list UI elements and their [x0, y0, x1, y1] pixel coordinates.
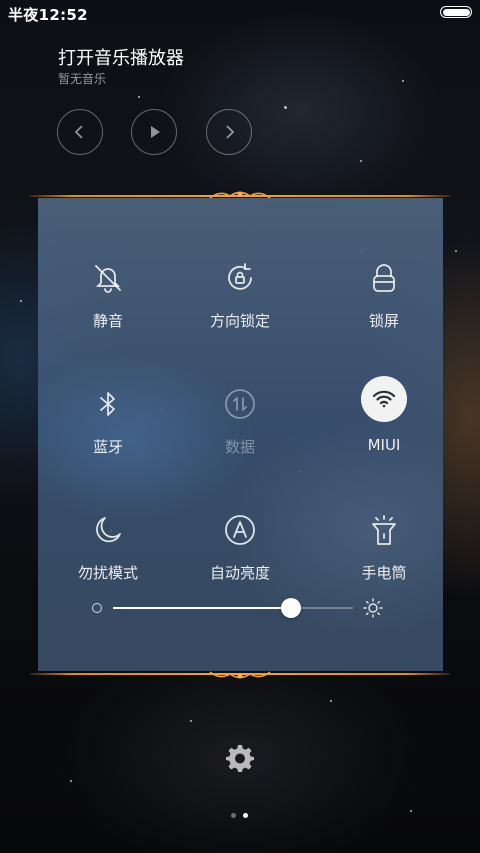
toggle-label: 静音: [92, 312, 123, 330]
toggle-label: 蓝牙: [92, 438, 123, 456]
toggle-rotation-lock[interactable]: 方向锁定: [180, 260, 300, 360]
toggle-label: 锁屏: [368, 312, 399, 330]
next-button[interactable]: [206, 109, 252, 155]
toggle-bluetooth[interactable]: 蓝牙: [48, 386, 168, 486]
brightness-slider-thumb[interactable]: [280, 598, 301, 618]
toggle-mobile-data[interactable]: 数据: [180, 386, 300, 486]
previous-button[interactable]: [57, 109, 103, 155]
toggle-label: 方向锁定: [209, 312, 270, 330]
toggle-wifi[interactable]: MIUI: [324, 376, 444, 486]
music-player-subtitle: 暂无音乐: [58, 72, 107, 86]
toggle-label: 勿扰模式: [77, 564, 138, 582]
toggle-lock-screen[interactable]: 锁屏: [324, 260, 444, 360]
page-indicator-dot: [231, 813, 236, 818]
toggle-label: 自动亮度: [209, 564, 270, 582]
bluetooth-icon: [90, 386, 126, 422]
status-bar-time: 半夜12:52: [8, 6, 88, 24]
page-indicator-dot: [243, 813, 248, 818]
next-icon: [226, 125, 235, 139]
toggle-do-not-disturb[interactable]: 勿扰模式: [48, 512, 168, 612]
toggle-silent[interactable]: 静音: [48, 260, 168, 360]
brightness-high-icon: [363, 598, 383, 618]
play-icon: [151, 126, 160, 138]
brightness-low-icon: [92, 603, 102, 613]
moon-icon: [90, 512, 126, 548]
play-button[interactable]: [131, 109, 177, 155]
toggle-label: 数据: [224, 438, 255, 456]
auto-brightness-icon: [222, 512, 258, 548]
battery-full-icon: [440, 6, 472, 18]
gear-icon[interactable]: [226, 744, 254, 772]
brightness-slider-fill: [113, 607, 291, 609]
mobile-data-icon: [222, 386, 258, 422]
brightness-slider[interactable]: [113, 598, 353, 618]
music-player-title[interactable]: 打开音乐播放器: [58, 44, 184, 70]
flashlight-icon: [366, 512, 402, 548]
previous-icon: [74, 125, 83, 139]
toggle-label: 手电筒: [361, 564, 407, 582]
bell-off-icon: [90, 260, 126, 296]
toggle-flashlight[interactable]: 手电筒: [324, 512, 444, 612]
rotation-lock-icon: [222, 260, 258, 296]
toggle-label: MIUI: [367, 436, 401, 454]
ornament-bottom: [209, 671, 271, 679]
lock-icon: [366, 260, 402, 296]
toggle-auto-brightness[interactable]: 自动亮度: [180, 512, 300, 612]
wifi-icon: [361, 376, 407, 422]
